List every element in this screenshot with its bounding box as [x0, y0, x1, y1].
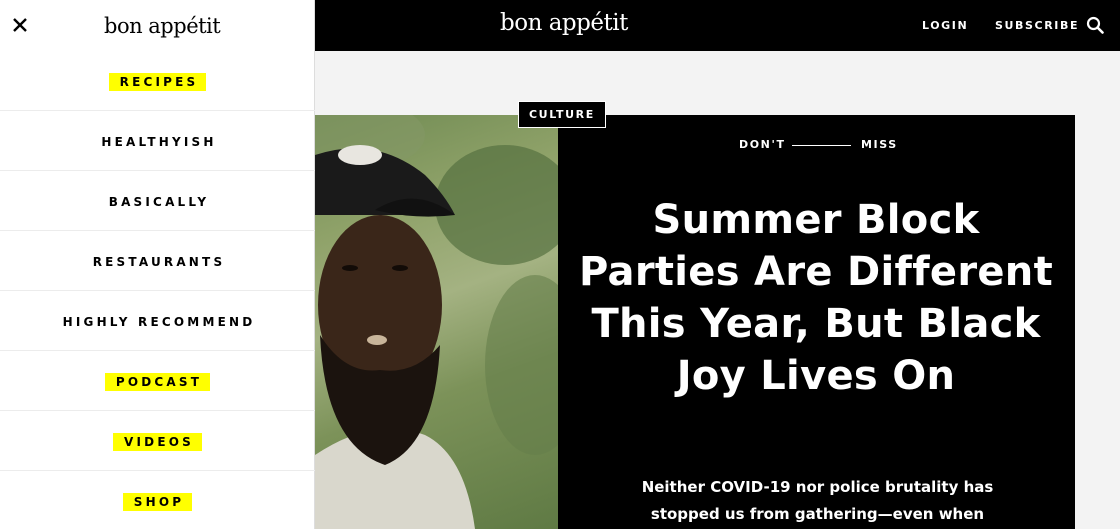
side-menu: bon appétit RECIPES HEALTHYISH BASICALLY… [0, 0, 315, 529]
category-tag[interactable]: CULTURE [518, 101, 606, 128]
login-link[interactable]: LOGIN [922, 19, 968, 32]
menu-item-basically[interactable]: BASICALLY [0, 171, 315, 231]
menu-item-label: HEALTHYISH [101, 134, 217, 149]
menu-item-restaurants[interactable]: RESTAURANTS [0, 231, 315, 291]
hero-photo[interactable] [315, 115, 558, 529]
hero-dek: Neither COVID-19 nor police brutality ha… [641, 478, 994, 523]
close-icon[interactable] [11, 16, 29, 34]
hero-photo-illustration [315, 115, 558, 529]
site-logo[interactable]: bon appétit [500, 10, 628, 36]
menu-item-label: PODCAST [104, 372, 211, 391]
menu-logo[interactable]: bon appétit [104, 14, 221, 38]
menu-item-healthyish[interactable]: HEALTHYISH [0, 111, 315, 171]
menu-item-highly-recommend[interactable]: HIGHLY RECOMMEND [0, 291, 315, 351]
menu-item-recipes[interactable]: RECIPES [0, 51, 315, 111]
kicker-divider [792, 145, 851, 146]
menu-item-label: RECIPES [108, 72, 207, 91]
menu-item-label: RESTAURANTS [92, 254, 226, 269]
search-icon[interactable] [1086, 16, 1104, 34]
menu-item-label: BASICALLY [108, 194, 210, 209]
menu-item-podcast[interactable]: PODCAST [0, 351, 315, 411]
subscribe-link[interactable]: SUBSCRIBE [995, 19, 1079, 32]
menu-item-videos[interactable]: VIDEOS [0, 411, 315, 471]
menu-item-shop[interactable]: SHOP [0, 471, 315, 529]
menu-item-label: VIDEOS [113, 432, 202, 451]
menu-item-label: SHOP [122, 492, 193, 511]
hero-headline[interactable]: Summer Block Parties Are Different This … [578, 194, 1054, 402]
menu-item-label: HIGHLY RECOMMEND [62, 314, 256, 329]
kicker-left: DON'T [739, 138, 786, 151]
kicker-right: MISS [861, 138, 898, 151]
